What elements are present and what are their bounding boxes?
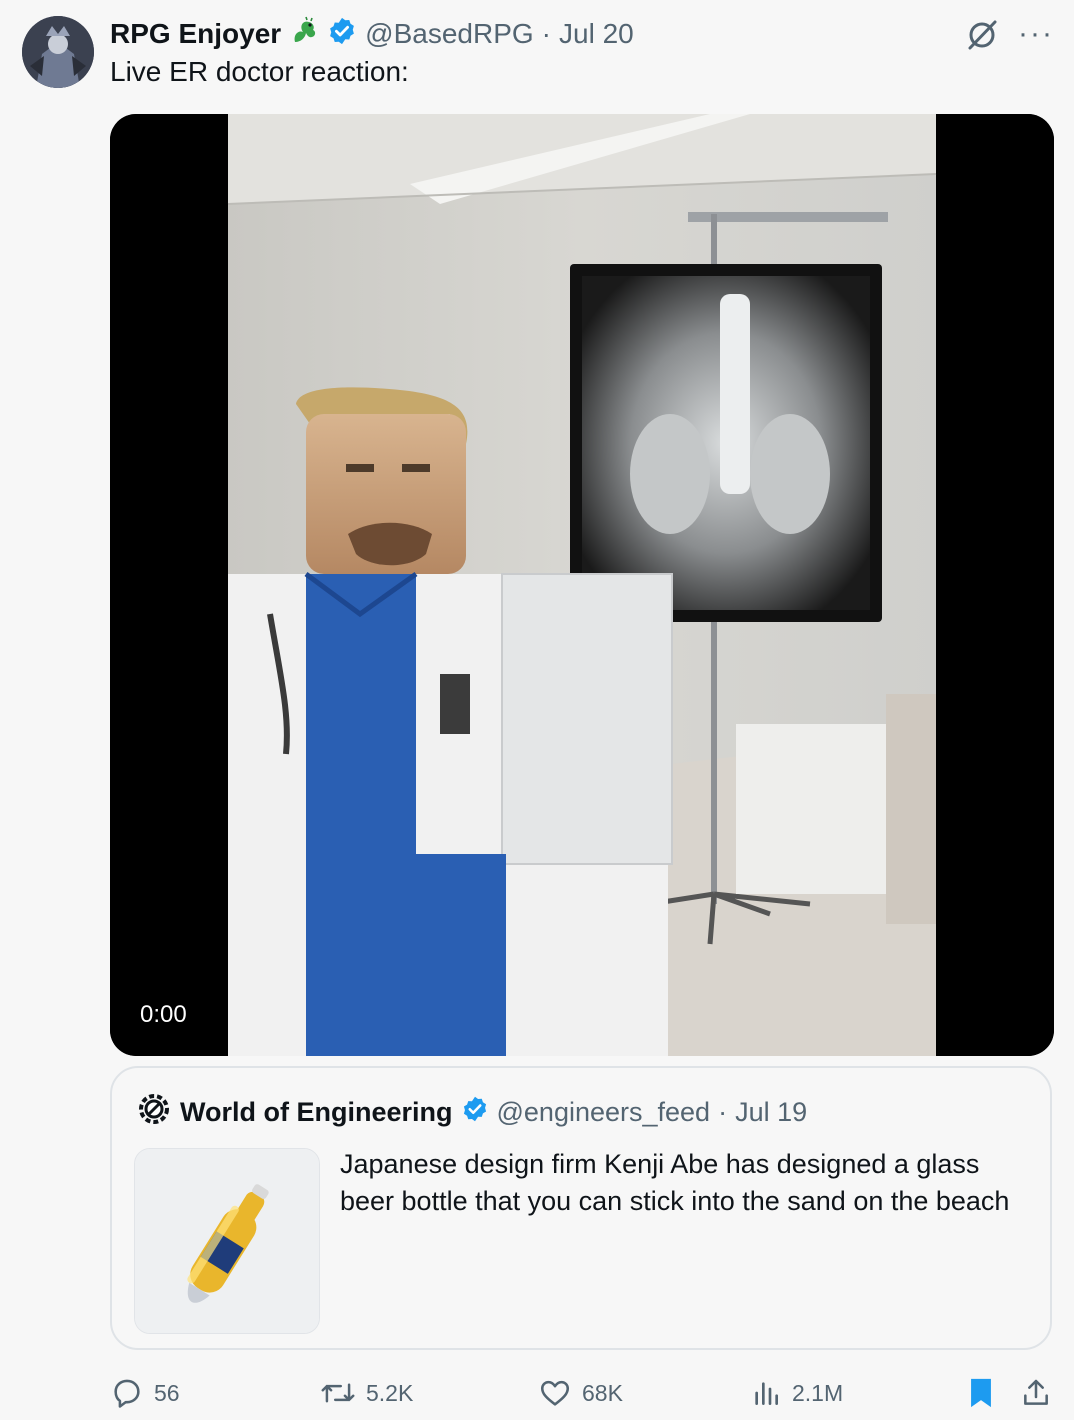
quoted-display-name[interactable]: World of Engineering — [180, 1097, 453, 1128]
beer-bottle-image — [135, 1149, 319, 1333]
tweet-header-actions: ··· — [962, 14, 1054, 54]
gear-icon — [136, 1091, 172, 1134]
tweet-date[interactable]: Jul 20 — [559, 18, 634, 50]
repost-button[interactable]: 5.2K — [320, 1370, 413, 1416]
like-count: 68K — [582, 1379, 623, 1406]
verified-badge-icon[interactable] — [327, 16, 357, 53]
author-display-name[interactable]: RPG Enjoyer — [110, 18, 281, 50]
video-player[interactable]: 0:00 — [110, 114, 1054, 1056]
quoted-tweet-header: World of Engineering @engineers_feed · J… — [136, 1092, 807, 1132]
author-avatar[interactable] — [22, 16, 94, 88]
bookmark-button[interactable] — [966, 1370, 996, 1416]
repost-count: 5.2K — [366, 1379, 414, 1406]
separator-dot: · — [541, 18, 551, 49]
reply-button[interactable]: 56 — [110, 1370, 180, 1416]
quoted-media-thumbnail[interactable] — [134, 1148, 320, 1334]
more-options-button[interactable]: ··· — [1018, 19, 1054, 49]
share-button[interactable] — [1020, 1370, 1052, 1416]
tweet-action-bar: 56 5.2K 68K 2.1M — [110, 1370, 1054, 1416]
reply-count: 56 — [154, 1379, 180, 1406]
tweet-header: RPG Enjoyer @BasedRPG · Jul 20 — [110, 14, 634, 54]
dragon-emoji-icon — [289, 16, 319, 53]
view-count: 2.1M — [792, 1379, 844, 1406]
like-button[interactable]: 68K — [538, 1370, 623, 1416]
views-button[interactable]: 2.1M — [750, 1370, 843, 1416]
video-frame — [110, 114, 1054, 1056]
quoted-tweet-text: Japanese design firm Kenji Abe has desig… — [340, 1149, 1010, 1216]
bookmark-icon — [971, 1378, 991, 1408]
analytics-icon — [755, 1382, 778, 1405]
verified-badge-icon[interactable] — [461, 1095, 489, 1130]
reply-icon — [114, 1379, 140, 1408]
quoted-handle[interactable]: @engineers_feed — [497, 1097, 711, 1128]
video-timestamp: 0:00 — [126, 994, 201, 1036]
heart-icon — [540, 1380, 570, 1406]
share-icon — [1024, 1379, 1048, 1405]
repost-icon — [321, 1383, 355, 1403]
separator-dot: · — [718, 1096, 728, 1127]
quoted-tweet-card[interactable]: World of Engineering @engineers_feed · J… — [110, 1066, 1052, 1350]
grok-icon[interactable] — [962, 14, 1002, 54]
quoted-date[interactable]: Jul 19 — [735, 1097, 807, 1128]
author-handle[interactable]: @BasedRPG — [365, 18, 534, 50]
tweet-text: Live ER doctor reaction: — [110, 56, 409, 87]
